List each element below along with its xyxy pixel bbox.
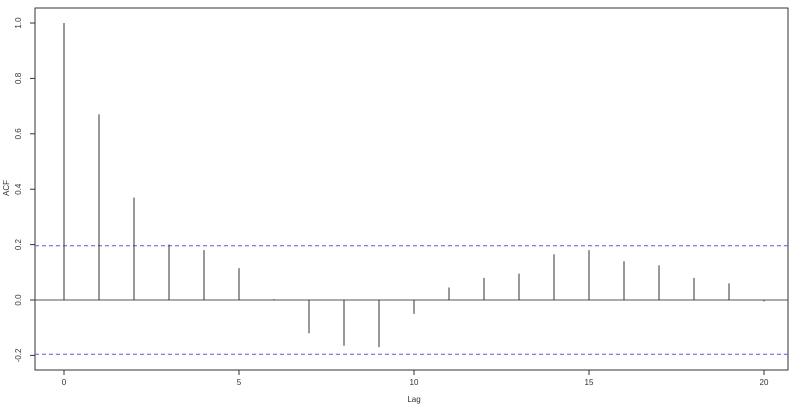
x-tick-label-0: 0 <box>62 378 67 387</box>
y-tick-label-0.4: 0.4 <box>14 183 23 195</box>
x-axis-title: Lag <box>407 395 420 404</box>
y-axis-title: ACF <box>2 180 11 196</box>
y-tick-label-0.2: 0.2 <box>14 238 23 250</box>
acf-plot: 0 5 10 15 20 -0.2 0.0 0.2 0.4 0.6 0.8 1.0 Lag ACF <box>2 7 789 404</box>
x-tick-label-15: 15 <box>585 378 594 387</box>
y-tick-label-0.8: 0.8 <box>14 72 23 84</box>
plot-frame <box>34 7 789 371</box>
x-tick-label-20: 20 <box>760 378 769 387</box>
y-tick-label-1.0: 1.0 <box>14 17 23 29</box>
plot-area: 0 5 10 15 20 -0.2 0.0 0.2 0.4 0.6 0.8 1.0 <box>14 7 789 387</box>
y-tick-label--0.2: -0.2 <box>14 348 23 362</box>
y-tick-label-0.6: 0.6 <box>14 128 23 140</box>
x-tick-label-5: 5 <box>237 378 242 387</box>
x-tick-label-10: 10 <box>410 378 419 387</box>
y-tick-label-0.0: 0.0 <box>14 294 23 306</box>
